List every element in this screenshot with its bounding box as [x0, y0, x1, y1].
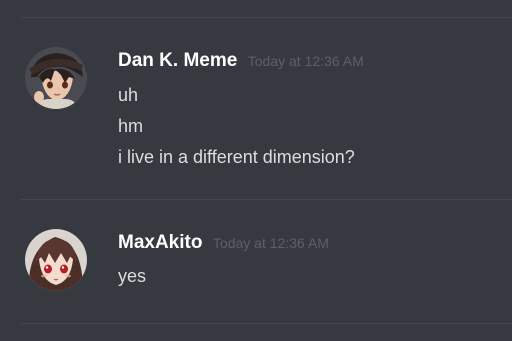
message-header: MaxAkito Today at 12:36 AM — [118, 232, 329, 254]
message-divider — [20, 323, 512, 324]
user-avatar[interactable] — [25, 229, 87, 291]
message-text: i live in a different dimension? — [118, 147, 355, 167]
message-text: yes — [118, 266, 147, 286]
message-timestamp[interactable]: Today at 12:36 AM — [213, 235, 329, 251]
message-group: Dan K. Meme Today at 12:36 AM uh hm i li… — [0, 0, 512, 199]
anime-girl-avatar-icon — [25, 229, 87, 291]
chat-message-area: Dan K. Meme Today at 12:36 AM uh hm i li… — [0, 0, 512, 341]
username[interactable]: MaxAkito — [118, 232, 202, 253]
message-text: hm — [118, 116, 144, 136]
user-avatar[interactable] — [25, 47, 87, 109]
message-content: yes — [118, 261, 146, 292]
username[interactable]: Dan K. Meme — [118, 50, 237, 71]
message-content: uh hm i live in a different dimension? — [118, 80, 355, 173]
message-group: MaxAkito Today at 12:36 AM yes — [0, 199, 512, 323]
anime-boy-with-cap-avatar-icon — [25, 47, 87, 109]
message-header: Dan K. Meme Today at 12:36 AM — [118, 50, 364, 72]
message-timestamp[interactable]: Today at 12:36 AM — [248, 53, 364, 69]
message-text: uh — [118, 85, 139, 105]
